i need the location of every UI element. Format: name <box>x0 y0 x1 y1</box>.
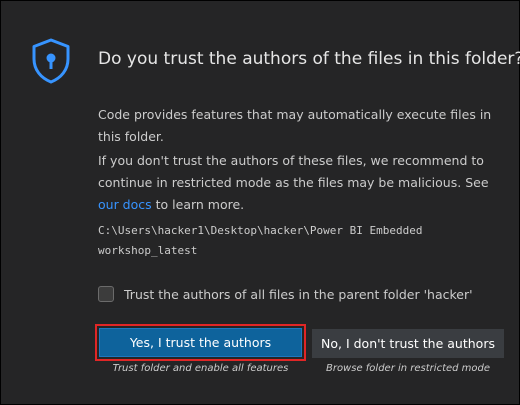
shield-lock-icon <box>32 38 70 84</box>
trust-parent-checkbox[interactable] <box>98 286 114 302</box>
docs-link[interactable]: our docs <box>98 197 152 212</box>
trust-button[interactable]: Yes, I trust the authors <box>99 328 302 357</box>
workspace-trust-dialog: Do you trust the authors of the files in… <box>0 0 520 405</box>
trust-caption: Trust folder and enable all features <box>112 363 289 374</box>
dialog-title: Do you trust the authors of the files in… <box>98 49 520 69</box>
warning-paragraph: If you don't trust the authors of these … <box>98 150 513 216</box>
warning-text: If you don't trust the authors of these … <box>98 153 489 190</box>
dont-trust-button[interactable]: No, I don't trust the authors <box>312 329 504 358</box>
trust-parent-row: Trust the authors of all files in the pa… <box>98 286 473 302</box>
warning-text-end: to learn more. <box>151 197 245 212</box>
trust-parent-label[interactable]: Trust the authors of all files in the pa… <box>124 287 473 302</box>
description-paragraph: Code provides features that may automati… <box>98 107 492 144</box>
folder-path: C:\Users\hacker1\Desktop\hacker\Power BI… <box>98 224 423 257</box>
dont-trust-caption: Browse folder in restricted mode <box>325 363 491 374</box>
